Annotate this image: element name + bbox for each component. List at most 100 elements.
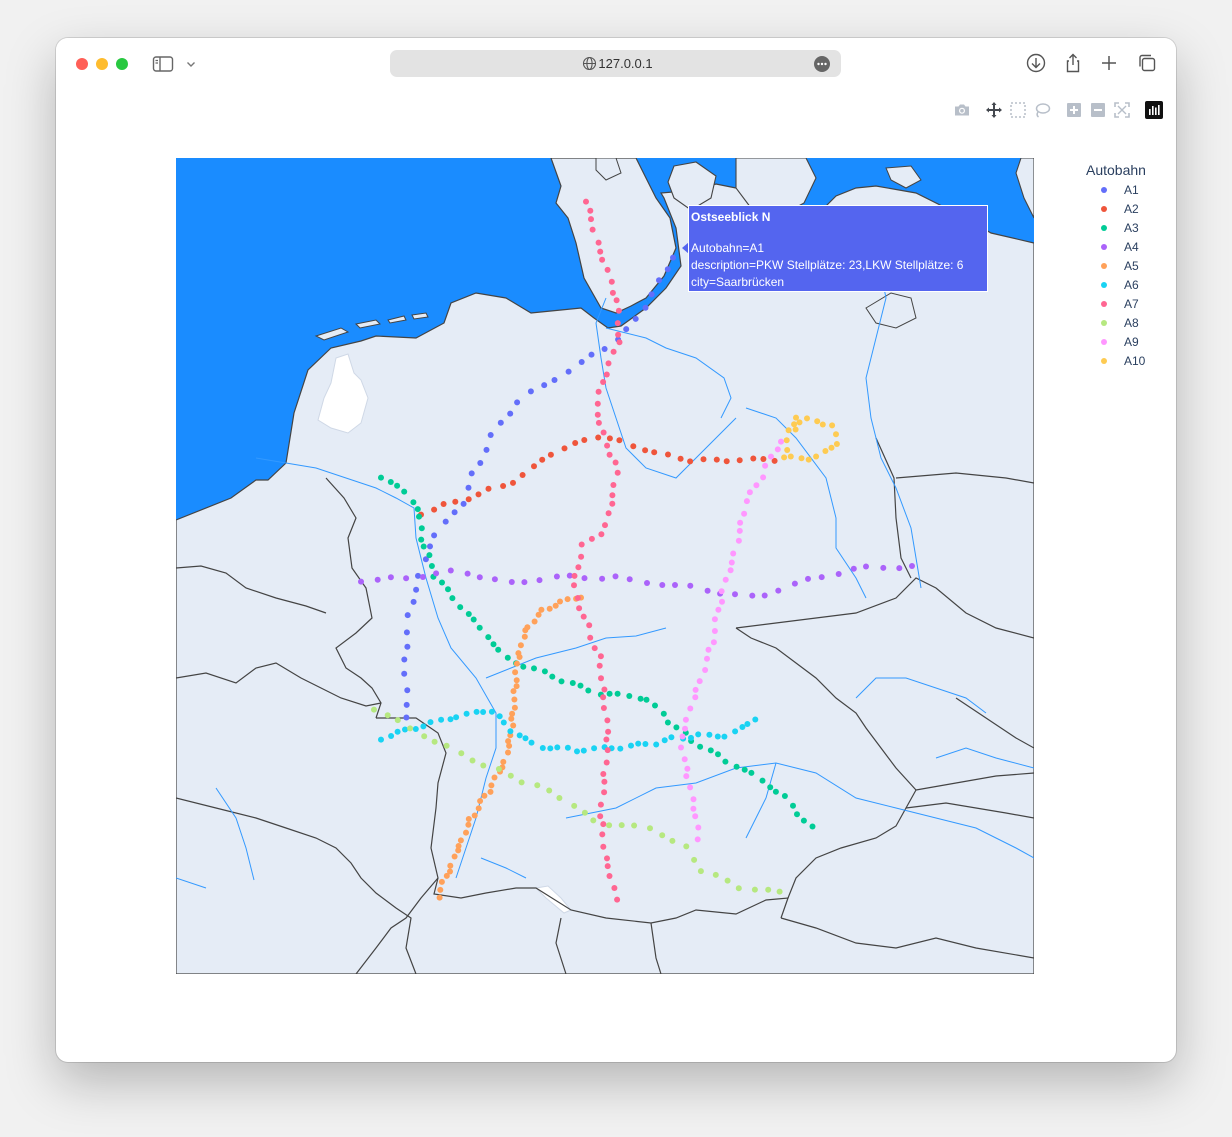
rest-area-point[interactable] (623, 326, 630, 333)
new-tab-icon[interactable] (1098, 52, 1120, 74)
rest-area-point[interactable] (404, 687, 411, 694)
rest-area-point[interactable] (508, 715, 515, 722)
rest-area-point[interactable] (457, 837, 464, 844)
rest-area-point[interactable] (644, 580, 650, 586)
rest-area-point[interactable] (721, 733, 728, 740)
rest-area-point[interactable] (447, 862, 454, 869)
rest-area-point[interactable] (606, 822, 613, 829)
rest-area-point[interactable] (643, 696, 650, 703)
rest-area-point[interactable] (749, 592, 756, 599)
rest-area-point[interactable] (445, 586, 451, 593)
rest-area-point[interactable] (603, 759, 610, 766)
rest-area-point[interactable] (578, 553, 585, 560)
rest-area-point[interactable] (598, 531, 605, 538)
rest-area-point[interactable] (768, 453, 774, 460)
rest-area-point[interactable] (578, 359, 585, 365)
rest-area-point[interactable] (451, 509, 458, 516)
rest-area-point[interactable] (600, 771, 607, 777)
rest-area-point[interactable] (600, 705, 607, 711)
rest-area-point[interactable] (692, 694, 699, 701)
rest-area-point[interactable] (605, 728, 612, 735)
rest-area-point[interactable] (752, 716, 759, 723)
rest-area-point[interactable] (419, 574, 426, 580)
rest-area-point[interactable] (477, 798, 484, 804)
rest-area-point[interactable] (574, 595, 581, 601)
rest-area-point[interactable] (403, 629, 410, 636)
rest-area-point[interactable] (743, 498, 750, 505)
rest-area-point[interactable] (615, 331, 622, 338)
rest-area-point[interactable] (465, 496, 472, 503)
rest-area-point[interactable] (588, 351, 595, 358)
rest-area-point[interactable] (617, 745, 624, 752)
close-window-button[interactable] (76, 58, 88, 70)
rest-area-point[interactable] (682, 725, 688, 732)
rest-area-point[interactable] (477, 460, 484, 466)
rest-area-point[interactable] (513, 677, 520, 684)
rest-area-point[interactable] (610, 348, 617, 355)
rest-area-point[interactable] (473, 708, 480, 715)
rest-area-point[interactable] (772, 788, 779, 795)
rest-area-point[interactable] (480, 709, 487, 715)
rest-area-point[interactable] (814, 418, 821, 425)
rest-area-point[interactable] (684, 765, 691, 772)
rest-area-point[interactable] (552, 602, 559, 609)
rest-area-point[interactable] (704, 587, 711, 594)
rest-area-point[interactable] (595, 434, 602, 441)
rest-area-point[interactable] (597, 801, 604, 808)
rest-area-point[interactable] (604, 442, 611, 449)
rest-area-point[interactable] (601, 686, 608, 693)
rest-area-point[interactable] (748, 769, 755, 776)
rest-area-point[interactable] (778, 438, 784, 445)
rest-area-point[interactable] (571, 582, 577, 589)
rest-area-point[interactable] (428, 563, 435, 569)
rest-area-point[interactable] (475, 491, 482, 498)
rest-area-point[interactable] (736, 527, 743, 534)
rest-area-point[interactable] (394, 728, 401, 735)
rest-area-point[interactable] (458, 750, 465, 757)
rest-area-point[interactable] (421, 733, 428, 740)
rest-area-point[interactable] (850, 565, 857, 572)
rest-area-point[interactable] (564, 744, 571, 751)
rest-area-point[interactable] (683, 773, 690, 780)
rest-area-point[interactable] (805, 575, 811, 582)
rest-area-point[interactable] (677, 455, 684, 462)
rest-area-point[interactable] (578, 541, 585, 548)
rest-area-point[interactable] (511, 704, 518, 711)
rest-area-point[interactable] (549, 673, 556, 680)
rest-area-point[interactable] (504, 654, 511, 661)
rest-area-point[interactable] (741, 766, 748, 773)
rest-area-point[interactable] (809, 823, 816, 830)
rest-area-point[interactable] (683, 843, 690, 850)
rest-area-point[interactable] (794, 811, 800, 818)
rest-area-point[interactable] (426, 552, 433, 559)
rest-area-point[interactable] (487, 788, 494, 795)
rest-area-point[interactable] (455, 847, 462, 854)
rest-area-point[interactable] (670, 254, 676, 261)
rest-area-point[interactable] (581, 575, 588, 582)
rest-area-point[interactable] (656, 277, 662, 284)
rest-area-point[interactable] (612, 573, 619, 580)
rest-area-point[interactable] (565, 368, 572, 375)
rest-area-point[interactable] (669, 837, 676, 844)
rest-area-point[interactable] (588, 216, 594, 223)
rest-area-point[interactable] (520, 663, 527, 670)
rest-area-point[interactable] (465, 611, 472, 617)
rest-area-point[interactable] (762, 462, 769, 469)
rest-area-point[interactable] (724, 877, 731, 884)
rest-area-point[interactable] (572, 440, 579, 446)
rest-area-point[interactable] (506, 742, 513, 749)
rest-area-point[interactable] (642, 447, 649, 454)
rest-area-point[interactable] (403, 701, 410, 708)
rest-area-point[interactable] (591, 745, 598, 752)
box-select-icon[interactable] (1009, 101, 1027, 119)
rest-area-point[interactable] (605, 360, 612, 367)
rest-area-point[interactable] (597, 813, 604, 820)
rest-area-point[interactable] (606, 435, 613, 442)
rest-area-point[interactable] (679, 733, 686, 740)
rest-area-point[interactable] (835, 571, 842, 577)
rest-area-point[interactable] (491, 774, 498, 781)
rest-area-point[interactable] (464, 570, 471, 577)
rest-area-point[interactable] (387, 479, 394, 485)
rest-area-point[interactable] (605, 510, 612, 517)
rest-area-point[interactable] (510, 479, 516, 486)
